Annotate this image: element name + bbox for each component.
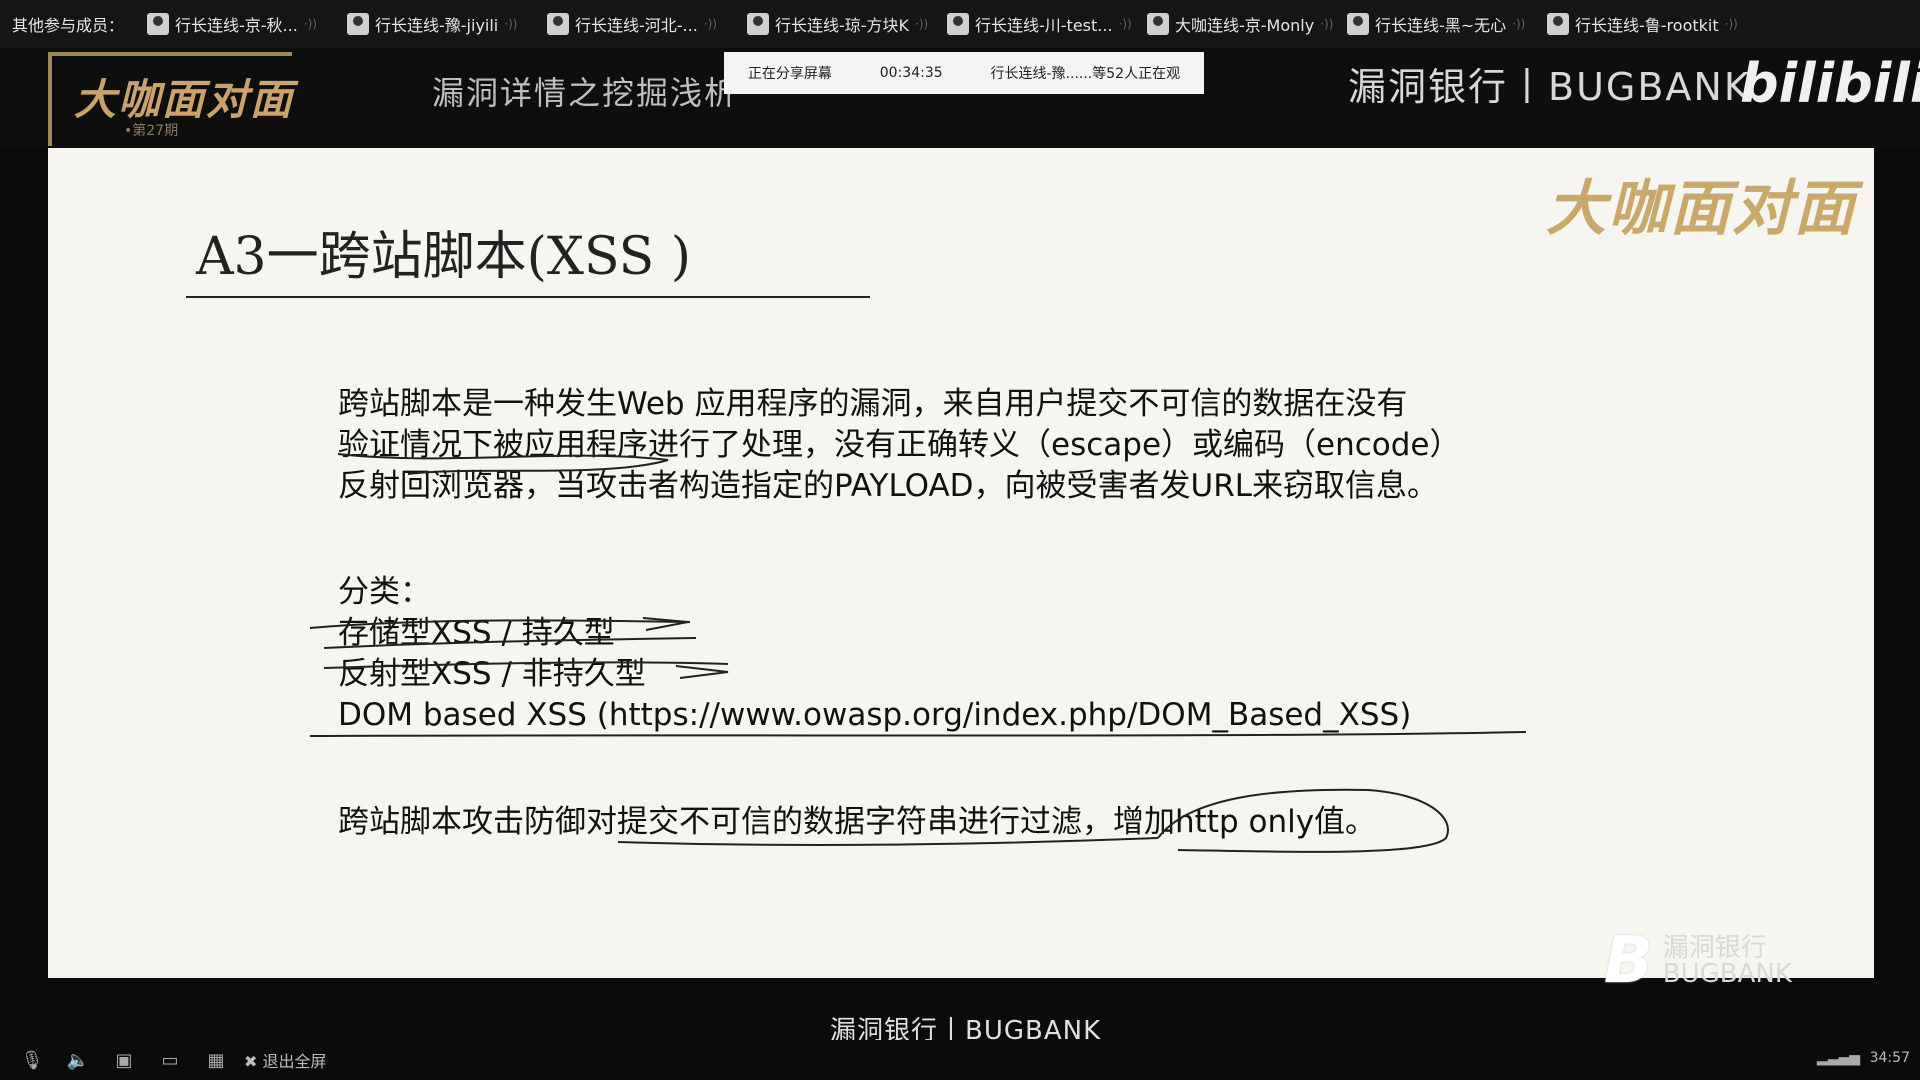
avatar	[947, 13, 969, 35]
participants-bar: 其他参与成员： 行长连线-京-秋... ·)) 行长连线-豫-jiyili ·)) …	[0, 0, 1920, 48]
participant-name: 行长连线-黑~无心	[1375, 16, 1507, 35]
record-icon[interactable]: ▦	[202, 1050, 230, 1071]
participant-item[interactable]: 行长连线-琼-方块K ·))	[747, 12, 947, 36]
player-controls: 🎙 🔈 ▣ ▭ ▦ ✖ 退出全屏	[0, 1040, 1920, 1080]
participants-label: 其他参与成员：	[12, 16, 125, 35]
avatar	[147, 13, 169, 35]
brand-issue: •第27期	[124, 123, 179, 139]
pen-annotations	[309, 453, 1527, 853]
audio-icon: ·))	[504, 17, 518, 31]
participant-name: 行长连线-琼-方块K	[775, 16, 910, 35]
topic-title: 漏洞详情之挖掘浅析	[432, 74, 739, 112]
brand-title: 大咖面对面	[74, 75, 295, 124]
avatar	[747, 13, 769, 35]
screen-share-status[interactable]: 正在分享屏幕 00:34:35 行长连线-豫......等52人正在观	[724, 52, 1204, 94]
avatar	[1547, 13, 1569, 35]
mic-off-icon[interactable]: 🎙	[18, 1050, 46, 1071]
audio-icon: ·))	[1512, 17, 1526, 31]
participant-item[interactable]: 行长连线-黑~无心 ·))	[1347, 12, 1547, 36]
participant-item[interactable]: 行长连线-京-秋... ·))	[147, 12, 347, 36]
participant-item[interactable]: 行长连线-川-test... ·))	[947, 12, 1147, 36]
participant-name: 行长连线-鲁-rootkit	[1575, 16, 1719, 35]
bugbank-watermark: B 漏洞银行 BUGBANK	[1604, 924, 1792, 998]
bugbank-logo: 漏洞银行丨BUGBANK	[1348, 65, 1751, 109]
participant-item[interactable]: 行长连线-豫-jiyili ·))	[347, 12, 547, 36]
screen-share-icon[interactable]: ▭	[156, 1050, 184, 1071]
participant-name: 行长连线-豫-jiyili	[375, 16, 499, 35]
presentation-slide: 大咖面对面 A3一跨站脚本(XSS ) 跨站脚本是一种发生Web 应用程序的漏洞…	[48, 148, 1874, 998]
clock: 34:57	[1869, 1050, 1910, 1066]
bilibili-logo: bilibili	[1740, 52, 1920, 115]
bugbank-b-icon: B	[1604, 924, 1653, 998]
participant-item[interactable]: 行长连线-河北-... ·))	[547, 12, 747, 36]
signal-icon: ▂▃▄▅	[1816, 1050, 1860, 1066]
avatar	[1347, 13, 1369, 35]
speaker-icon[interactable]: 🔈	[64, 1050, 92, 1071]
audio-icon: ·))	[915, 17, 929, 31]
share-status-label: 正在分享屏幕	[747, 66, 832, 82]
exit-fullscreen-label: 退出全屏	[262, 1052, 327, 1071]
participant-name: 大咖连线-京-Monly	[1175, 16, 1315, 35]
audio-icon: ·))	[1118, 17, 1132, 31]
participant-name: 行长连线-河北-...	[575, 16, 698, 35]
audio-icon: ·))	[1724, 17, 1738, 31]
participant-item[interactable]: 行长连线-鲁-rootkit ·))	[1547, 12, 1747, 36]
participant-name: 行长连线-京-秋...	[175, 16, 298, 35]
participant-name: 行长连线-川-test...	[975, 16, 1113, 35]
share-timer: 00:34:35	[879, 65, 943, 81]
audio-icon: ·))	[303, 17, 317, 31]
avatar	[1147, 13, 1169, 35]
watermark-en: BUGBANK	[1662, 959, 1792, 989]
participant-item[interactable]: 大咖连线-京-Monly ·))	[1147, 12, 1347, 36]
exit-fullscreen-button[interactable]: ✖ 退出全屏	[244, 1048, 327, 1072]
audio-icon: ·))	[703, 17, 717, 31]
avatar	[547, 13, 569, 35]
share-viewers: 行长连线-豫......等52人正在观	[990, 66, 1181, 82]
audio-icon: ·))	[1320, 17, 1334, 31]
camera-off-icon[interactable]: ▣	[110, 1050, 138, 1071]
avatar	[347, 13, 369, 35]
